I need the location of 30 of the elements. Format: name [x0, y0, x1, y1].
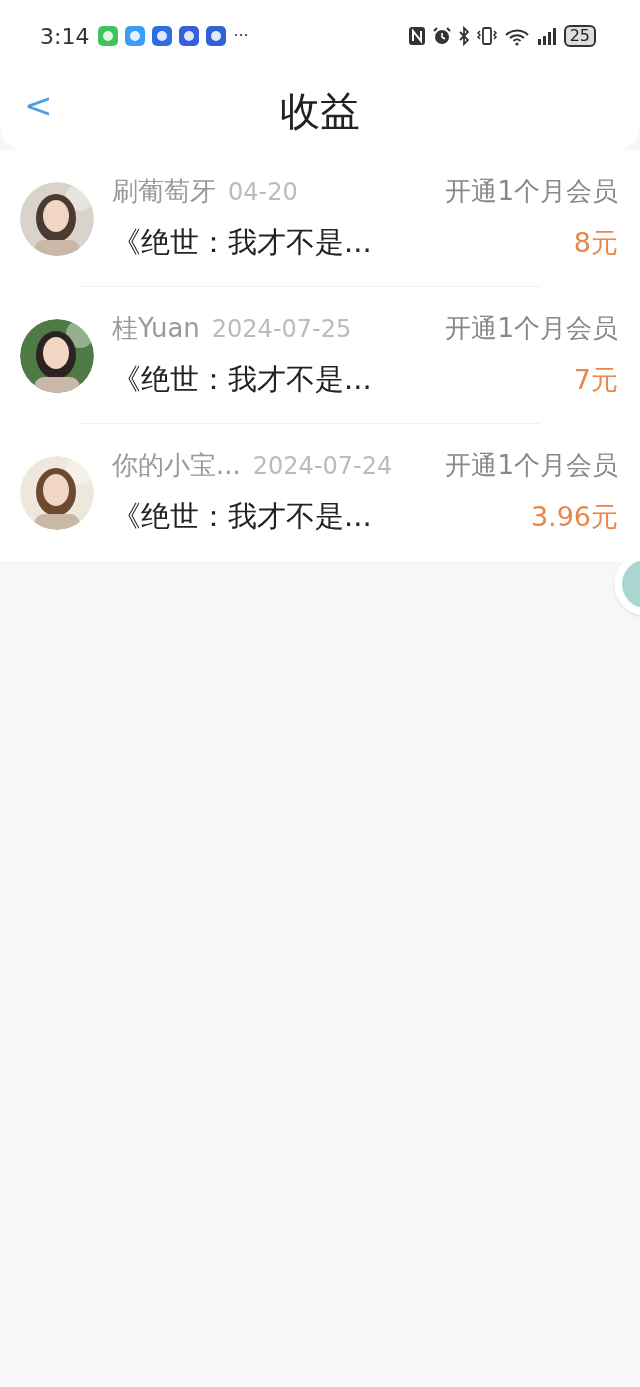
user-name: 你的小宝...	[112, 449, 241, 483]
back-button[interactable]: <	[22, 88, 55, 122]
app-notification-icon	[206, 26, 227, 46]
page-title: 收益	[280, 87, 360, 136]
record-description: 开通1个月会员	[445, 449, 618, 483]
alarm-icon	[431, 26, 452, 46]
signal-icon	[535, 26, 558, 46]
battery-indicator: 25	[563, 25, 596, 47]
nfc-icon	[407, 26, 426, 46]
book-title: 《绝世：我才不是...	[112, 361, 372, 399]
earning-amount: 7元	[573, 362, 618, 397]
bluetooth-icon	[457, 26, 470, 46]
record-date: 2024-07-24	[252, 451, 393, 483]
user-name: 桂Yuan	[112, 312, 200, 346]
app-notification-icon	[98, 26, 119, 46]
earning-amount: 3.96元	[530, 499, 618, 534]
book-title: 《绝世：我才不是...	[112, 224, 372, 262]
record-description: 开通1个月会员	[445, 312, 618, 346]
more-notifications: ···	[233, 25, 249, 47]
record-description: 开通1个月会员	[445, 175, 618, 209]
record-date: 04-20	[228, 177, 298, 209]
app-notification-icon	[179, 26, 200, 46]
earning-amount: 8元	[573, 225, 618, 260]
app-notification-icon	[152, 26, 173, 46]
user-name: 刷葡萄牙	[112, 175, 216, 209]
vibrate-icon	[475, 26, 498, 46]
record-date: 2024-07-25	[211, 314, 352, 346]
status-time: 3:14	[40, 22, 90, 51]
book-title: 《绝世：我才不是...	[112, 498, 372, 536]
app-notification-icon	[125, 26, 146, 46]
